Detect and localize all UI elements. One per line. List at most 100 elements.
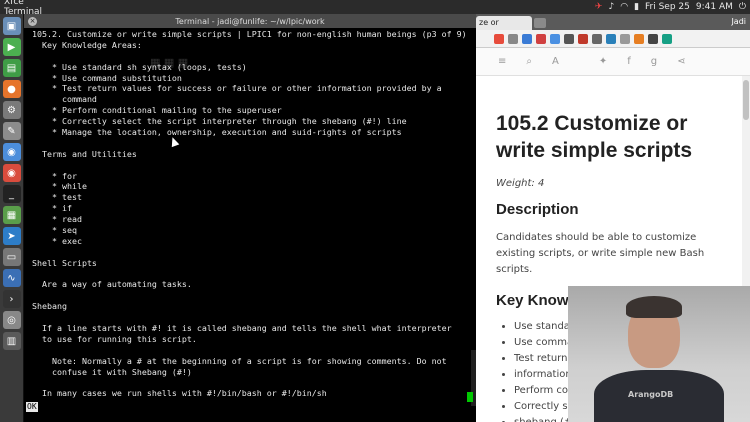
pointer-tool-icon[interactable]: ➤ (2, 227, 21, 245)
disk-icon[interactable]: ◎ (2, 311, 21, 329)
bookmark-icon[interactable] (508, 33, 518, 44)
new-tab-button[interactable] (534, 18, 546, 28)
launcher-dock: ▣ ▶ ▤ ● ⚙ ✎ ◉ ◉ _ ▦ ➤ ▭ ∿ › ◎ ▥ (0, 14, 24, 422)
description-heading: Description (496, 201, 579, 218)
browser-scroll-thumb[interactable] (743, 80, 749, 120)
terminal-line: * Perform conditional mailing to the sup… (27, 105, 282, 116)
firefox-icon[interactable]: ● (2, 80, 21, 98)
terminal-cursor (467, 392, 473, 402)
terminal-line: command (27, 94, 97, 105)
shirt-logo: ArangoDB (628, 390, 674, 399)
volume-icon[interactable]: ♪ (608, 2, 614, 12)
profile-button[interactable]: Jadi (731, 17, 746, 26)
trash-icon[interactable]: ▥ (2, 332, 21, 350)
terminal-line: Key Knowledge Areas: (27, 39, 142, 50)
terminal-line: Shell Scripts (27, 257, 97, 268)
bookmarks-bar (476, 30, 750, 48)
files-green-icon[interactable]: ▤ (2, 59, 21, 77)
system-top-panel: Xfce Terminal ✈ ♪ ◠ ▮ Fri Sep 25 9:41 AM… (0, 0, 750, 17)
terminal-icon[interactable]: ▶ (2, 38, 21, 56)
settings-icon[interactable]: ⚙ (2, 101, 21, 119)
text-editor-icon[interactable]: ✎ (2, 122, 21, 140)
description-text: Candidates should be able to customize e… (496, 232, 705, 275)
font-icon[interactable]: A (552, 56, 559, 67)
chrome-icon[interactable]: ◉ (2, 164, 21, 182)
share-icon[interactable]: ✦ (599, 56, 607, 67)
bookmark-icon[interactable] (606, 33, 616, 44)
pager-status: OK (26, 402, 38, 412)
terminal-line: Note: Normally a # at the beginning of a… (27, 355, 447, 366)
bookmark-icon[interactable] (634, 33, 644, 44)
terminal-output[interactable]: 105.2. Customize or write simple scripts… (27, 29, 470, 422)
terminal-line: Terms and Utilities (27, 148, 137, 159)
bookmark-icon[interactable] (620, 33, 630, 44)
network-icon[interactable]: ✈ (595, 2, 603, 12)
page-toolbar: ≡ ⌕ A ✦ f g ⋖ (476, 48, 750, 76)
terminal-title: Terminal - jadi@funlife: ~/w/lpic/work (175, 16, 325, 26)
terminal-line: 105.2. Customize or write simple scripts… (27, 29, 467, 39)
terminal-line: * test (27, 192, 82, 203)
terminal-line: In many cases we run shells with #!/bin/… (27, 388, 327, 399)
facebook-icon[interactable]: f (627, 56, 631, 67)
battery-icon[interactable]: ▮ (634, 2, 639, 12)
terminal-titlebar[interactable]: × Terminal - jadi@funlife: ~/w/lpic/work (24, 14, 476, 28)
bookmark-icon[interactable] (578, 33, 588, 44)
bookmark-icon[interactable] (592, 33, 602, 44)
system-tray: ✈ ♪ ◠ ▮ Fri Sep 25 9:41 AM ⏻ (595, 0, 746, 14)
presenter-hair (626, 296, 682, 318)
terminal-line: * exec (27, 235, 82, 246)
terminal-line: * Use command substitution (27, 72, 182, 83)
terminal-line: Are a way of automating tasks. (27, 279, 192, 290)
terminal-window[interactable]: × Terminal - jadi@funlife: ~/w/lpic/work… (24, 14, 476, 422)
bookmark-icon[interactable] (494, 33, 504, 44)
terminal-line: * Test return values for success or fail… (27, 83, 442, 94)
terminal-line: * for (27, 170, 77, 181)
terminal-line: confuse it with Shebang (#!) (27, 366, 192, 377)
google-plus-icon[interactable]: g (651, 56, 657, 67)
browser-tabstrip: ze or Jadi (476, 14, 750, 30)
bookmark-icon[interactable] (550, 33, 560, 44)
channel-watermark-logo: ▦ ▦ ▦ (150, 56, 189, 69)
terminal-line: Shebang (27, 301, 67, 312)
weight-label: Weight: 4 (496, 178, 545, 189)
terminal-line: * Use standard sh syntax (loops, tests) (27, 61, 247, 72)
wifi-icon[interactable]: ◠ (620, 2, 628, 12)
terminal-line: * if (27, 203, 72, 214)
webcam-overlay: ArangoDB (568, 286, 750, 422)
power-icon[interactable]: ⏻ (739, 2, 746, 12)
terminal-line: If a line starts with #! it is called sh… (27, 323, 452, 334)
spreadsheet-icon[interactable]: ▦ (2, 206, 21, 224)
chromium-icon[interactable]: ◉ (2, 143, 21, 161)
terminal-dark-icon[interactable]: _ (2, 185, 21, 203)
chart-icon[interactable]: ∿ (2, 269, 21, 287)
bookmark-icon[interactable] (662, 33, 672, 44)
terminal-line: * seq (27, 225, 77, 236)
date-label[interactable]: Fri Sep 25 (645, 2, 690, 12)
menu-icon[interactable]: ≡ (498, 56, 506, 67)
terminal-line: to use for running this script. (27, 333, 197, 344)
clock-label[interactable]: 9:41 AM (696, 2, 733, 12)
bookmark-icon[interactable] (522, 33, 532, 44)
terminal-line: * Manage the location, ownership, execut… (27, 127, 402, 138)
tab-lpic[interactable]: ze or (476, 16, 532, 30)
bookmark-icon[interactable] (564, 33, 574, 44)
bookmark-icon[interactable] (648, 33, 658, 44)
monitor-icon[interactable]: ▭ (2, 248, 21, 266)
share-alt-icon[interactable]: ⋖ (677, 56, 685, 67)
search-icon[interactable]: ⌕ (526, 56, 532, 67)
terminal-line: * while (27, 181, 87, 192)
bookmark-icon[interactable] (536, 33, 546, 44)
terminal-line: * Correctly select the script interprete… (27, 116, 407, 127)
terminal-line: * read (27, 214, 82, 225)
files-icon[interactable]: ▣ (2, 17, 21, 35)
console-icon[interactable]: › (2, 290, 21, 308)
